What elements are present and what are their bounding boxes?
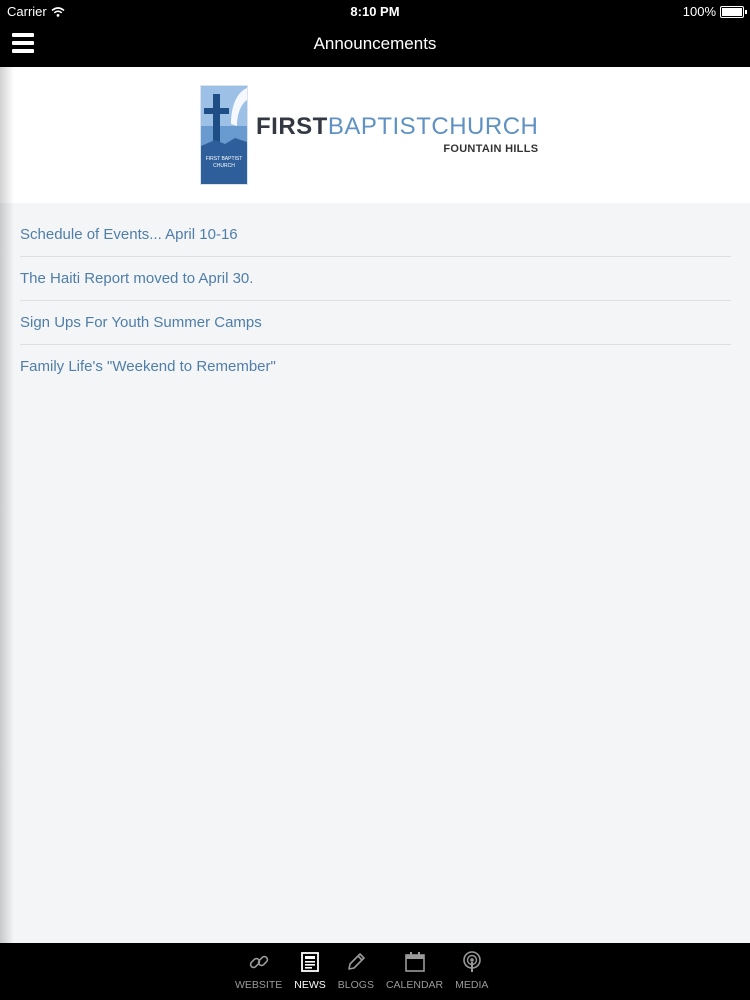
tab-news[interactable]: NEWS bbox=[288, 943, 332, 1000]
tab-label: CALENDAR bbox=[385, 979, 444, 991]
status-bar: Carrier 8:10 PM 100% bbox=[0, 0, 750, 22]
sidebar-shadow bbox=[0, 67, 14, 943]
tab-label: WEBSITE bbox=[235, 979, 283, 991]
logo-subtitle: FOUNTAIN HILLS bbox=[443, 143, 539, 155]
nav-bar: Announcements bbox=[0, 22, 750, 67]
tab-bar: WEBSITE NEWS BLOGS CALENDAR MEDIA bbox=[0, 943, 750, 1000]
pencil-icon bbox=[345, 951, 367, 973]
tab-label: BLOGS bbox=[337, 979, 374, 991]
calendar-icon bbox=[404, 951, 426, 973]
tab-label: NEWS bbox=[294, 979, 326, 991]
tab-website[interactable]: WEBSITE bbox=[229, 943, 288, 1000]
tab-label: MEDIA bbox=[455, 979, 489, 991]
church-logo: FIRST BAPTIST CHURCH FIRSTBAPTISTCHURCH … bbox=[200, 85, 560, 185]
logo-word-baptist: BAPTIST bbox=[327, 113, 432, 140]
link-icon bbox=[248, 951, 270, 973]
list-item[interactable]: Family Life's "Weekend to Remember" bbox=[20, 345, 731, 388]
tab-media[interactable]: MEDIA bbox=[449, 943, 494, 1000]
clock: 8:10 PM bbox=[350, 4, 400, 19]
announcement-list: Schedule of Events... April 10-16 The Ha… bbox=[20, 213, 731, 388]
logo-banner: FIRST BAPTIST CHURCH FIRSTBAPTISTCHURCH … bbox=[0, 67, 750, 203]
battery-percent: 100% bbox=[682, 4, 716, 19]
battery-icon bbox=[720, 5, 747, 18]
logo-word-church: CHURCH bbox=[431, 113, 539, 140]
logo-title: FIRSTBAPTISTCHURCH bbox=[256, 113, 538, 141]
svg-text:CHURCH: CHURCH bbox=[213, 163, 235, 169]
news-icon bbox=[300, 951, 320, 973]
battery-indicator: 100% bbox=[682, 4, 747, 19]
tab-calendar[interactable]: CALENDAR bbox=[380, 943, 449, 1000]
tab-blogs[interactable]: BLOGS bbox=[332, 943, 380, 1000]
logo-word-first: FIRST bbox=[256, 113, 328, 140]
list-item[interactable]: The Haiti Report moved to April 30. bbox=[20, 257, 731, 301]
logo-wordmark: FIRSTBAPTISTCHURCH FOUNTAIN HILLS bbox=[256, 113, 538, 155]
podcast-icon bbox=[461, 951, 483, 973]
page-title: Announcements bbox=[313, 34, 437, 53]
list-item[interactable]: Sign Ups For Youth Summer Camps bbox=[20, 301, 731, 345]
cross-fountain-icon: FIRST BAPTIST CHURCH bbox=[200, 85, 248, 185]
main-content: FIRST BAPTIST CHURCH FIRSTBAPTISTCHURCH … bbox=[0, 67, 750, 943]
list-item[interactable]: Schedule of Events... April 10-16 bbox=[20, 213, 731, 257]
svg-text:FIRST BAPTIST: FIRST BAPTIST bbox=[206, 156, 243, 162]
